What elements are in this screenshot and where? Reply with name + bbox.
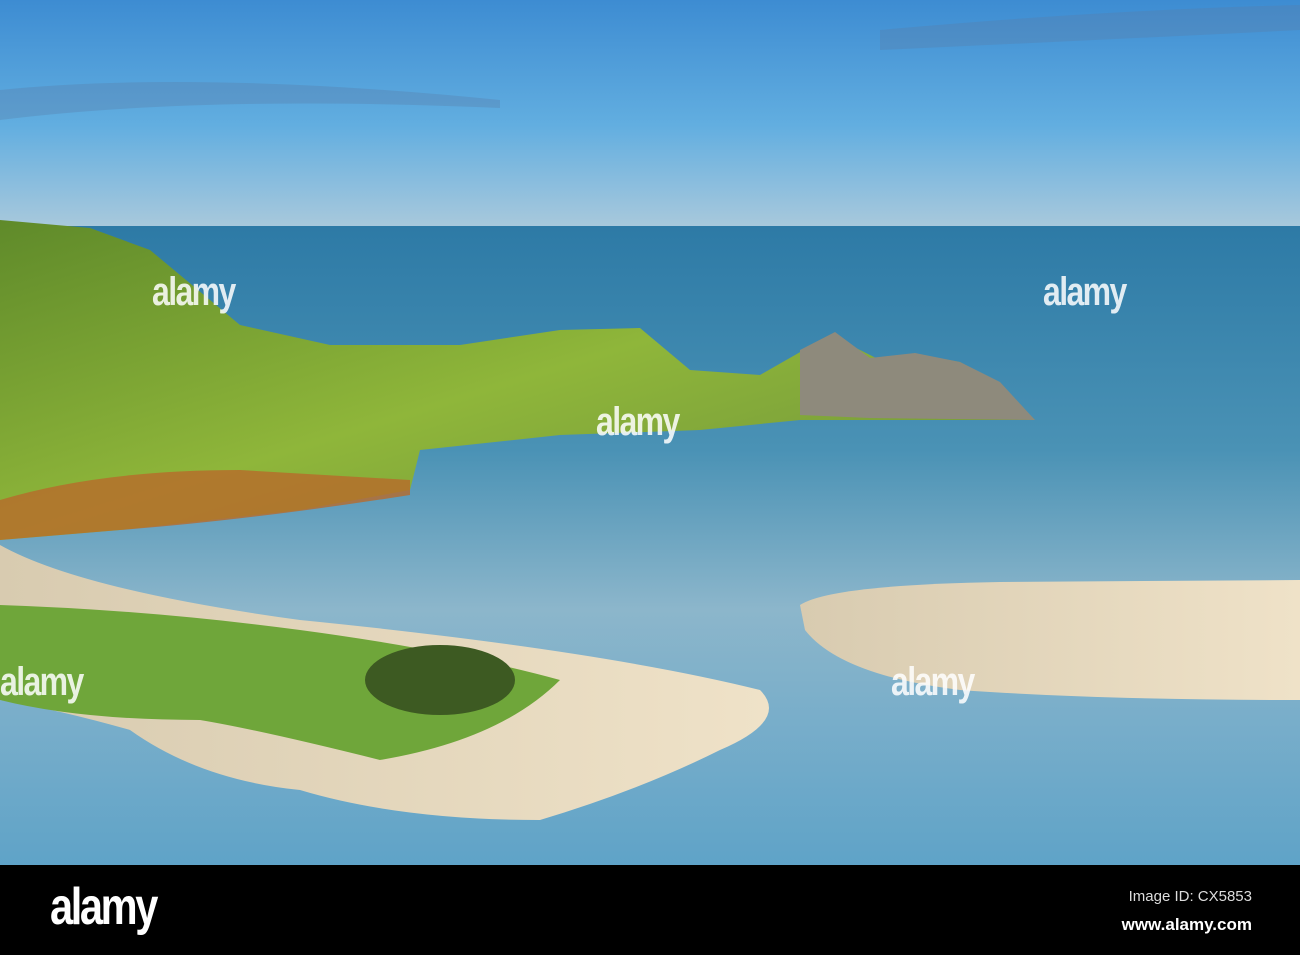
watermark: alamy — [0, 660, 84, 704]
watermark: alamy — [1043, 270, 1127, 314]
shrubs — [365, 645, 515, 715]
watermark: alamy — [152, 270, 236, 314]
image-id: Image ID: CX5853 — [1128, 888, 1252, 905]
footer-bar: alamy Image ID: CX5853 www.alamy.com — [0, 865, 1300, 955]
alamy-logo: alamy — [50, 878, 158, 936]
website-link[interactable]: www.alamy.com — [1122, 915, 1252, 935]
watermark: alamy — [891, 660, 975, 704]
stock-photo-page: alamy alamy alamy alamy alamy alamy Imag… — [0, 0, 1300, 955]
watermark: alamy — [596, 400, 680, 444]
